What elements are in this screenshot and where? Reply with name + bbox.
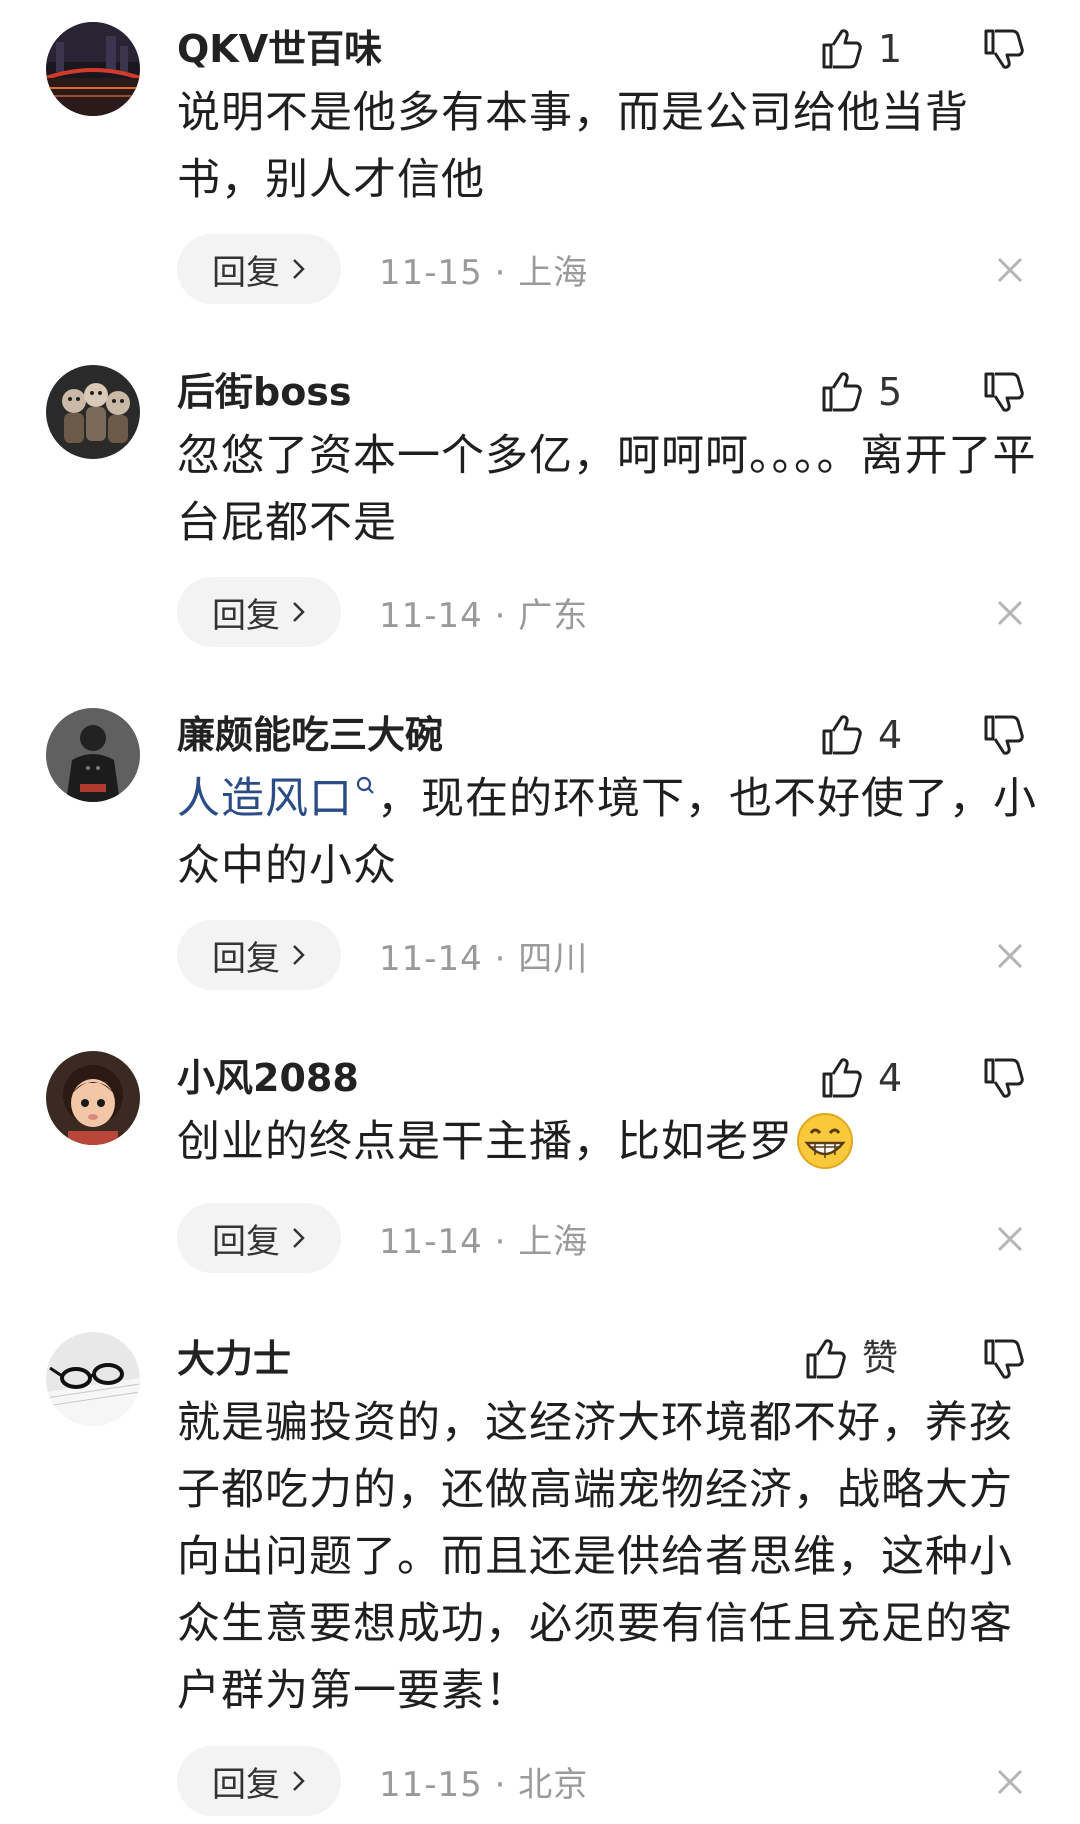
reply-button[interactable]: 回复 xyxy=(177,1746,341,1816)
close-icon[interactable] xyxy=(994,597,1026,629)
like-button[interactable]: 1 xyxy=(818,24,902,74)
search-icon xyxy=(356,776,374,794)
comment-list: QKV世百味 1 说明不是他多有本事，而是公司给他当背书，别人才信他 回复 11… xyxy=(0,0,1080,1824)
comment-meta: 11-14 · 上海 xyxy=(379,1214,588,1263)
avatar[interactable] xyxy=(46,365,140,459)
comment-location: 上海 xyxy=(518,252,589,293)
thumbs-down-icon xyxy=(984,1339,1024,1379)
comment-footer: 回复 11-14 · 广东 xyxy=(177,577,588,647)
comment-meta: 11-14 · 广东 xyxy=(379,588,588,637)
reply-label: 回复 xyxy=(212,1764,280,1805)
comment-body: 创业的终点是干主播，比如老罗 xyxy=(177,1117,793,1167)
cartoon-girl-avatar xyxy=(46,1051,140,1145)
comment-date: 11-15 xyxy=(379,252,483,293)
cartoon-group-avatar xyxy=(46,365,140,459)
like-button[interactable]: 赞 xyxy=(802,1334,898,1384)
reply-button[interactable]: 回复 xyxy=(177,1203,341,1273)
comment-text: 忽悠了资本一个多亿，呵呵呵。。。。离开了平台屁都不是 xyxy=(177,431,1037,548)
comment-location: 广东 xyxy=(518,595,589,636)
reply-label: 回复 xyxy=(212,595,280,636)
meta-separator: · xyxy=(494,1764,507,1805)
thumbs-up-icon xyxy=(806,1339,846,1379)
topic-link[interactable]: 人造风口 xyxy=(177,774,377,824)
meta-separator: · xyxy=(494,252,507,293)
dislike-button[interactable] xyxy=(980,26,1026,72)
comment-footer: 回复 11-15 · 上海 xyxy=(177,234,588,304)
close-icon[interactable] xyxy=(994,1766,1026,1798)
thumbs-down-icon xyxy=(984,1058,1024,1098)
comment-location: 北京 xyxy=(518,1764,589,1805)
avatar[interactable] xyxy=(46,708,140,802)
like-count: 4 xyxy=(878,713,903,757)
reply-label: 回复 xyxy=(212,1221,280,1262)
username[interactable]: QKV世百味 xyxy=(177,26,382,72)
like-count: 5 xyxy=(878,370,903,414)
thumbs-up-icon xyxy=(822,715,862,755)
meta-separator: · xyxy=(494,938,507,979)
comment-meta: 11-14 · 四川 xyxy=(379,931,588,980)
reply-label: 回复 xyxy=(212,252,280,293)
username[interactable]: 小风2088 xyxy=(177,1055,359,1101)
like-button[interactable]: 4 xyxy=(818,1053,902,1103)
meta-separator: · xyxy=(494,595,507,636)
thumbs-up-icon xyxy=(822,1058,862,1098)
glasses-on-book-avatar xyxy=(46,1332,140,1426)
soldier-avatar xyxy=(46,708,140,802)
chevron-right-icon xyxy=(293,1771,305,1791)
comment-date: 11-14 xyxy=(379,938,483,979)
thumbs-down-icon xyxy=(984,372,1024,412)
comment-meta: 11-15 · 上海 xyxy=(379,245,588,294)
chevron-right-icon xyxy=(293,945,305,965)
like-button[interactable]: 5 xyxy=(818,367,902,417)
thumbs-up-icon xyxy=(822,29,862,69)
username[interactable]: 大力士 xyxy=(177,1336,291,1382)
like-label: 赞 xyxy=(862,1338,899,1379)
like-count: 4 xyxy=(878,1056,903,1100)
dislike-button[interactable] xyxy=(980,1336,1026,1382)
username[interactable]: 后街boss xyxy=(177,369,352,415)
comment-footer: 回复 11-14 · 上海 xyxy=(177,1203,588,1273)
avatar[interactable] xyxy=(46,1051,140,1145)
dislike-button[interactable] xyxy=(980,712,1026,758)
comment-date: 11-14 xyxy=(379,595,483,636)
comment-footer: 回复 11-15 · 北京 xyxy=(177,1746,588,1816)
reply-button[interactable]: 回复 xyxy=(177,920,341,990)
comment-text: 说明不是他多有本事，而是公司给他当背书，别人才信他 xyxy=(177,88,969,205)
topic-label: 人造风口 xyxy=(177,774,353,824)
close-icon[interactable] xyxy=(994,1223,1026,1255)
chevron-right-icon xyxy=(293,259,305,279)
thumbs-down-icon xyxy=(984,715,1024,755)
comment-text: 人造风口 ，现在的环境下，也不好使了，小众中的小众 xyxy=(177,766,1037,900)
comment-location: 上海 xyxy=(518,1221,589,1262)
close-icon[interactable] xyxy=(994,940,1026,972)
comment-date: 11-15 xyxy=(379,1764,483,1805)
comment-location: 四川 xyxy=(518,938,589,979)
grinning-face-emoji xyxy=(797,1112,853,1169)
comment-text: 就是骗投资的，这经济大环境都不好，养孩子都吃力的，还做高端宠物经济，战略大方向出… xyxy=(177,1398,1013,1716)
chevron-right-icon xyxy=(293,1228,305,1248)
night-city-bridge-avatar xyxy=(46,22,140,116)
meta-separator: · xyxy=(494,1221,507,1262)
dislike-button[interactable] xyxy=(980,1055,1026,1101)
reply-button[interactable]: 回复 xyxy=(177,577,341,647)
username[interactable]: 廉颇能吃三大碗 xyxy=(177,712,443,758)
reply-label: 回复 xyxy=(212,938,280,979)
like-button[interactable]: 4 xyxy=(818,710,902,760)
thumbs-down-icon xyxy=(984,29,1024,69)
comment-meta: 11-15 · 北京 xyxy=(379,1757,588,1806)
close-icon[interactable] xyxy=(994,254,1026,286)
comment-date: 11-14 xyxy=(379,1221,483,1262)
comment-footer: 回复 11-14 · 四川 xyxy=(177,920,588,990)
avatar[interactable] xyxy=(46,1332,140,1426)
reply-button[interactable]: 回复 xyxy=(177,234,341,304)
dislike-button[interactable] xyxy=(980,369,1026,415)
chevron-right-icon xyxy=(293,602,305,622)
thumbs-up-icon xyxy=(822,372,862,412)
avatar[interactable] xyxy=(46,22,140,116)
comment-text: 创业的终点是干主播，比如老罗 xyxy=(177,1109,1037,1176)
like-count: 1 xyxy=(878,27,903,71)
